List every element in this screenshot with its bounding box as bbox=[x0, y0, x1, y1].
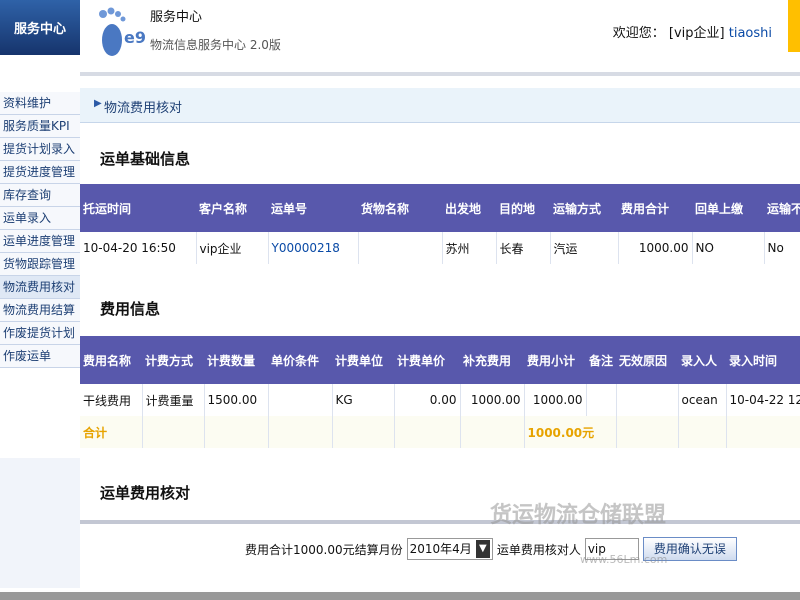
col-receipt-returned: 回单上缴 bbox=[695, 201, 744, 216]
cell-ship-time: 10-04-20 16:50 bbox=[80, 232, 197, 264]
cell-goods-name bbox=[358, 232, 443, 264]
fee-summary-label: 费用合计1000.00元结算月份 bbox=[245, 542, 403, 557]
cell-customer: vip企业 bbox=[196, 232, 269, 264]
accent-tab[interactable] bbox=[788, 0, 800, 52]
cell-extra-fee: 1000.00 bbox=[460, 384, 525, 416]
cell-fee-name: 干线费用 bbox=[80, 384, 143, 416]
col-entered-by: 录入人 bbox=[681, 353, 718, 368]
table-row: 10-04-20 16:50 vip企业 Y00000218 苏州 长春 汽运 … bbox=[80, 232, 800, 264]
cell-unit-price: 0.00 bbox=[394, 384, 461, 416]
col-transport-other: 运输不 bbox=[767, 201, 800, 216]
cell-price-condition bbox=[268, 384, 333, 416]
col-billing-method: 计费方式 bbox=[145, 353, 194, 368]
breadcrumb-text: 物流费用核对 bbox=[104, 101, 183, 116]
col-ship-time: 托运时间 bbox=[83, 201, 132, 216]
col-total-fee: 费用合计 bbox=[621, 201, 670, 216]
cell-transport-other: No bbox=[764, 232, 800, 264]
welcome-area: 欢迎您： [vip企业] tiaoshi bbox=[613, 22, 772, 41]
company-label: [vip企业] bbox=[668, 26, 725, 41]
watermark-url: www.56Lm.com bbox=[580, 553, 668, 566]
user-link[interactable]: tiaoshi bbox=[729, 26, 772, 41]
sidebar: 资料维护 服务质量KPI 提货计划录入 提货进度管理 库存查询 运单录入 运单进… bbox=[0, 92, 80, 368]
section-divider bbox=[80, 520, 800, 524]
fee-header-row: 费用名称 计费方式 计费数量 单价条件 计费单位 计费单价 补充费用 费用小计 … bbox=[80, 336, 800, 384]
cell-billing-qty: 1500.00 bbox=[204, 384, 269, 416]
col-waybill-no: 运单号 bbox=[271, 201, 308, 216]
sidebar-item-fee-check[interactable]: 物流费用核对 bbox=[0, 276, 80, 299]
col-goods-name: 货物名称 bbox=[361, 201, 410, 216]
sidebar-item-fee-settlement[interactable]: 物流费用结算 bbox=[0, 299, 80, 322]
sidebar-item-cargo-tracking[interactable]: 货物跟踪管理 bbox=[0, 253, 80, 276]
app-subtitle: 物流信息服务中心 2.0版 bbox=[150, 38, 281, 52]
arrow-right-icon: ▶ bbox=[94, 98, 102, 109]
col-fee-name: 费用名称 bbox=[83, 353, 132, 368]
cell-destination: 长春 bbox=[496, 232, 551, 264]
app-title: 服务中心 bbox=[150, 10, 203, 25]
sidebar-empty-area bbox=[0, 458, 80, 588]
cell-entry-time: 10-04-22 12: bbox=[726, 384, 800, 416]
settlement-month-select[interactable]: 2010年4月 ▼ bbox=[406, 538, 493, 560]
table-row: 干线费用 计费重量 1500.00 KG 0.00 1000.00 1000.0… bbox=[80, 384, 800, 416]
cell-total-fee: 1000.00 bbox=[618, 232, 693, 264]
window-bottom-edge bbox=[0, 592, 800, 600]
brand-label: 服务中心 bbox=[13, 22, 66, 37]
sidebar-item-waybill-progress[interactable]: 运单进度管理 bbox=[0, 230, 80, 253]
cell-billing-method: 计费重量 bbox=[142, 384, 205, 416]
sidebar-item-data-maintenance[interactable]: 资料维护 bbox=[0, 92, 80, 115]
month-value: 2010年4月 bbox=[409, 542, 472, 556]
chevron-down-icon: ▼ bbox=[475, 540, 490, 558]
fee-table: 费用名称 计费方式 计费数量 单价条件 计费单位 计费单价 补充费用 费用小计 … bbox=[80, 336, 800, 448]
brand-block: 服务中心 bbox=[0, 0, 80, 55]
waybill-number-link[interactable]: Y00000218 bbox=[268, 232, 359, 264]
cell-billing-unit: KG bbox=[332, 384, 395, 416]
total-row: 合计 1000.00元 bbox=[80, 416, 800, 448]
col-remark: 备注 bbox=[589, 353, 614, 368]
logo-text: e9 bbox=[124, 28, 146, 47]
col-price-condition: 单价条件 bbox=[271, 353, 320, 368]
cell-origin: 苏州 bbox=[442, 232, 497, 264]
sidebar-item-pickup-plan-entry[interactable]: 提货计划录入 bbox=[0, 138, 80, 161]
fee-section-title: 费用信息 bbox=[100, 300, 161, 318]
watermark-text: 货运物流仓储联盟 bbox=[490, 503, 667, 528]
col-origin: 出发地 bbox=[445, 201, 482, 216]
col-invalid-reason: 无效原因 bbox=[619, 353, 668, 368]
sidebar-item-waybill-entry[interactable]: 运单录入 bbox=[0, 207, 80, 230]
col-unit-price: 计费单价 bbox=[397, 353, 446, 368]
cell-receipt-returned: NO bbox=[692, 232, 765, 264]
sidebar-item-inventory-query[interactable]: 库存查询 bbox=[0, 184, 80, 207]
header: e9 服务中心 物流信息服务中心 2.0版 欢迎您： [vip企业] tiaos… bbox=[80, 0, 800, 68]
waybill-section-title: 运单基础信息 bbox=[100, 150, 191, 168]
cell-remark bbox=[586, 384, 617, 416]
welcome-label: 欢迎您： bbox=[612, 26, 665, 41]
cell-transport-mode: 汽运 bbox=[550, 232, 619, 264]
checker-label: 运单费用核对人 bbox=[496, 542, 581, 557]
col-entry-time: 录入时间 bbox=[729, 353, 778, 368]
col-customer: 客户名称 bbox=[199, 201, 248, 216]
sidebar-item-pickup-progress[interactable]: 提货进度管理 bbox=[0, 161, 80, 184]
total-value: 1000.00元 bbox=[524, 416, 617, 448]
cell-invalid-reason bbox=[616, 384, 679, 416]
total-label: 合计 bbox=[80, 416, 143, 448]
col-billing-qty: 计费数量 bbox=[207, 353, 256, 368]
sidebar-item-service-kpi[interactable]: 服务质量KPI bbox=[0, 115, 80, 138]
breadcrumb: ▶ 物流费用核对 bbox=[80, 88, 800, 123]
cell-subtotal: 1000.00 bbox=[524, 384, 587, 416]
col-extra-fee: 补充费用 bbox=[463, 353, 512, 368]
main-content: ▶ 物流费用核对 运单基础信息 托运时间 客户名称 运单号 货物名称 出发地 目… bbox=[80, 82, 800, 592]
sidebar-item-void-pickup-plan[interactable]: 作废提货计划 bbox=[0, 322, 80, 345]
waybill-table: 托运时间 客户名称 运单号 货物名称 出发地 目的地 运输方式 费用合计 回单上… bbox=[80, 184, 800, 264]
col-transport-mode: 运输方式 bbox=[553, 201, 602, 216]
cell-entered-by: ocean bbox=[678, 384, 727, 416]
header-divider bbox=[80, 72, 800, 76]
check-section-title: 运单费用核对 bbox=[100, 484, 191, 502]
waybill-header-row: 托运时间 客户名称 运单号 货物名称 出发地 目的地 运输方式 费用合计 回单上… bbox=[80, 184, 800, 232]
col-billing-unit: 计费单位 bbox=[335, 353, 384, 368]
col-subtotal: 费用小计 bbox=[527, 353, 576, 368]
sidebar-item-void-waybill[interactable]: 作废运单 bbox=[0, 345, 80, 368]
col-destination: 目的地 bbox=[499, 201, 536, 216]
